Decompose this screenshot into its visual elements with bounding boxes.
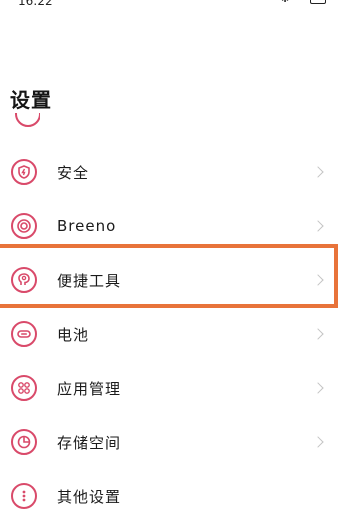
battery-icon xyxy=(310,0,326,4)
settings-item-label: 其他设置 xyxy=(57,487,122,506)
settings-item-convenience-tools[interactable]: 便捷工具 xyxy=(0,253,344,307)
settings-item-label: 安全 xyxy=(57,163,90,182)
partial-settings-icon xyxy=(14,113,40,127)
chevron-right-icon xyxy=(312,274,324,286)
settings-item-storage[interactable]: 存储空间 xyxy=(0,415,344,469)
status-bar: 16:22 ✱ ◠ xyxy=(0,0,344,14)
settings-item-label: 便捷工具 xyxy=(57,271,122,290)
security-icon xyxy=(11,159,37,185)
settings-item-breeno[interactable]: Breeno xyxy=(0,199,344,253)
battery-icon xyxy=(11,321,37,347)
page-title: 设置 xyxy=(10,88,52,112)
convenience-tools-icon xyxy=(11,267,37,293)
settings-item-label: Breeno xyxy=(57,217,117,235)
settings-item-label: 应用管理 xyxy=(57,379,122,398)
settings-item-label: 电池 xyxy=(57,325,90,344)
chevron-right-icon xyxy=(312,382,324,394)
settings-item-app-management[interactable]: 应用管理 xyxy=(0,361,344,415)
status-icons: ✱ ◠ xyxy=(281,0,326,5)
settings-item-security[interactable]: 安全 xyxy=(0,145,344,199)
wifi-icon: ◠ xyxy=(295,0,304,5)
other-settings-icon xyxy=(11,483,37,509)
settings-item-label: 存储空间 xyxy=(57,433,122,452)
chevron-right-icon xyxy=(312,328,324,340)
chevron-right-icon xyxy=(312,436,324,448)
app-management-icon xyxy=(11,375,37,401)
storage-icon xyxy=(11,429,37,455)
status-time: 16:22 xyxy=(18,0,53,8)
settings-item-battery[interactable]: 电池 xyxy=(0,307,344,361)
bluetooth-icon: ✱ xyxy=(281,0,289,5)
settings-list: 安全 Breeno 便捷工具 电池 应用管理 存储空间 其他设置 xyxy=(0,145,344,523)
chevron-right-icon xyxy=(312,220,324,232)
breeno-icon xyxy=(11,213,37,239)
settings-item-other-settings[interactable]: 其他设置 xyxy=(0,469,344,523)
chevron-right-icon xyxy=(312,166,324,178)
